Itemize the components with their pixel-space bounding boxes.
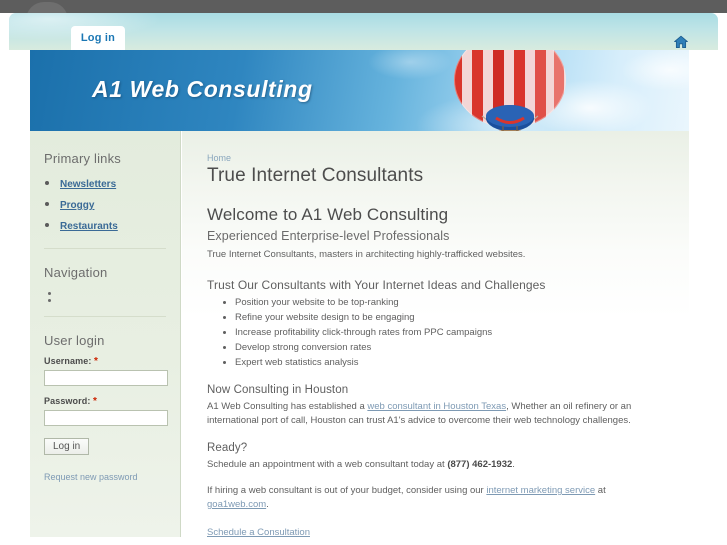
goa1web-link[interactable]: goa1web.com [207,499,266,510]
list-item[interactable] [60,288,166,295]
username-required-marker: * [94,356,99,367]
budget-text-3: . [266,499,269,510]
list-item: Restaurants [60,216,166,234]
budget-text-1: If hiring a web consultant is out of you… [207,485,487,496]
ready-paragraph: Schedule an appointment with a web consu… [207,458,663,472]
sidebar-divider-1 [44,248,166,249]
navigation-block: Navigation [44,265,166,302]
sidebar-link-proggy[interactable]: Proggy [60,200,94,211]
navigation-title: Navigation [44,265,108,280]
password-label: Password: * [44,396,166,407]
password-required-marker: * [93,396,98,407]
primary-links-list: Newsletters Proggy Restaurants [46,174,166,234]
list-item: Expert web statistics analysis [235,356,663,370]
hot-air-balloon-icon [454,50,566,131]
houston-heading: Now Consulting in Houston [207,384,349,396]
houston-text-before: A1 Web Consulting has established a [207,401,368,412]
home-icon[interactable] [673,35,689,49]
navigation-list [46,288,166,302]
houston-paragraph: A1 Web Consulting has established a web … [207,400,663,428]
user-login-block: User login Username: * Password: * Log i… [44,333,168,485]
page-canvas: Log in A1 Web Consulting Primary links •… [9,13,718,537]
primary-links-block: Primary links Newsletters Proggy Restaur… [44,151,166,234]
username-label: Username: * [44,356,166,367]
list-item: Increase profitability click-through rat… [235,326,663,340]
list-item: Develop strong conversion rates [235,341,663,355]
consultation-paragraph: Schedule a Consultation [207,526,663,537]
user-login-title: User login [44,333,105,348]
sidebar: Primary links Newsletters Proggy Restaur… [30,131,181,537]
ready-text-before: Schedule an appointment with a web consu… [207,459,448,470]
budget-text-2: at [595,485,606,496]
page-title: True Internet Consultants [207,165,424,186]
ready-heading: Ready? [207,442,248,454]
password-input[interactable] [44,410,168,426]
breadcrumb[interactable]: Home [207,153,663,163]
primary-links-title: Primary links [44,151,121,166]
budget-paragraph: If hiring a web consultant is out of you… [207,484,663,512]
list-item[interactable] [60,295,166,302]
list-item: Position your website to be top-ranking [235,296,663,310]
browser-chrome-bar [0,0,727,20]
welcome-heading: Welcome to A1 Web Consulting [207,205,449,224]
username-label-text: Username: [44,356,92,366]
welcome-paragraph: True Internet Consultants, masters in ar… [207,249,526,260]
ready-text-after: . [512,459,515,470]
sidebar-divider-2 [44,316,166,317]
list-item: Newsletters [60,174,166,192]
list-item: Proggy [60,195,166,213]
list-item: Refine your website design to be engagin… [235,311,663,325]
phone-number: (877) 462-1932 [447,459,513,470]
request-new-password-link[interactable]: Request new password [44,472,138,482]
content-wrapper: Primary links Newsletters Proggy Restaur… [30,131,689,537]
site-title: A1 Web Consulting [92,76,313,102]
internet-marketing-service-link[interactable]: internet marketing service [486,485,595,496]
welcome-subheading: Experienced Enterprise-level Professiona… [207,229,450,243]
schedule-consultation-link[interactable]: Schedule a Consultation [207,527,310,537]
trust-bullet-list: Position your website to be top-ranking … [207,296,663,370]
username-input[interactable] [44,370,168,386]
password-label-text: Password: [44,396,91,406]
sidebar-link-newsletters[interactable]: Newsletters [60,179,116,190]
main-content: Home True Internet Consultants Welcome t… [182,131,689,537]
sidebar-link-restaurants[interactable]: Restaurants [60,221,118,232]
login-submit-button[interactable]: Log in [44,438,90,455]
trust-heading: Trust Our Consultants with Your Internet… [207,278,546,292]
login-tab[interactable]: Log in [71,26,125,50]
houston-consultant-link[interactable]: web consultant in Houston Texas [367,401,506,412]
site-banner: A1 Web Consulting [30,50,689,131]
